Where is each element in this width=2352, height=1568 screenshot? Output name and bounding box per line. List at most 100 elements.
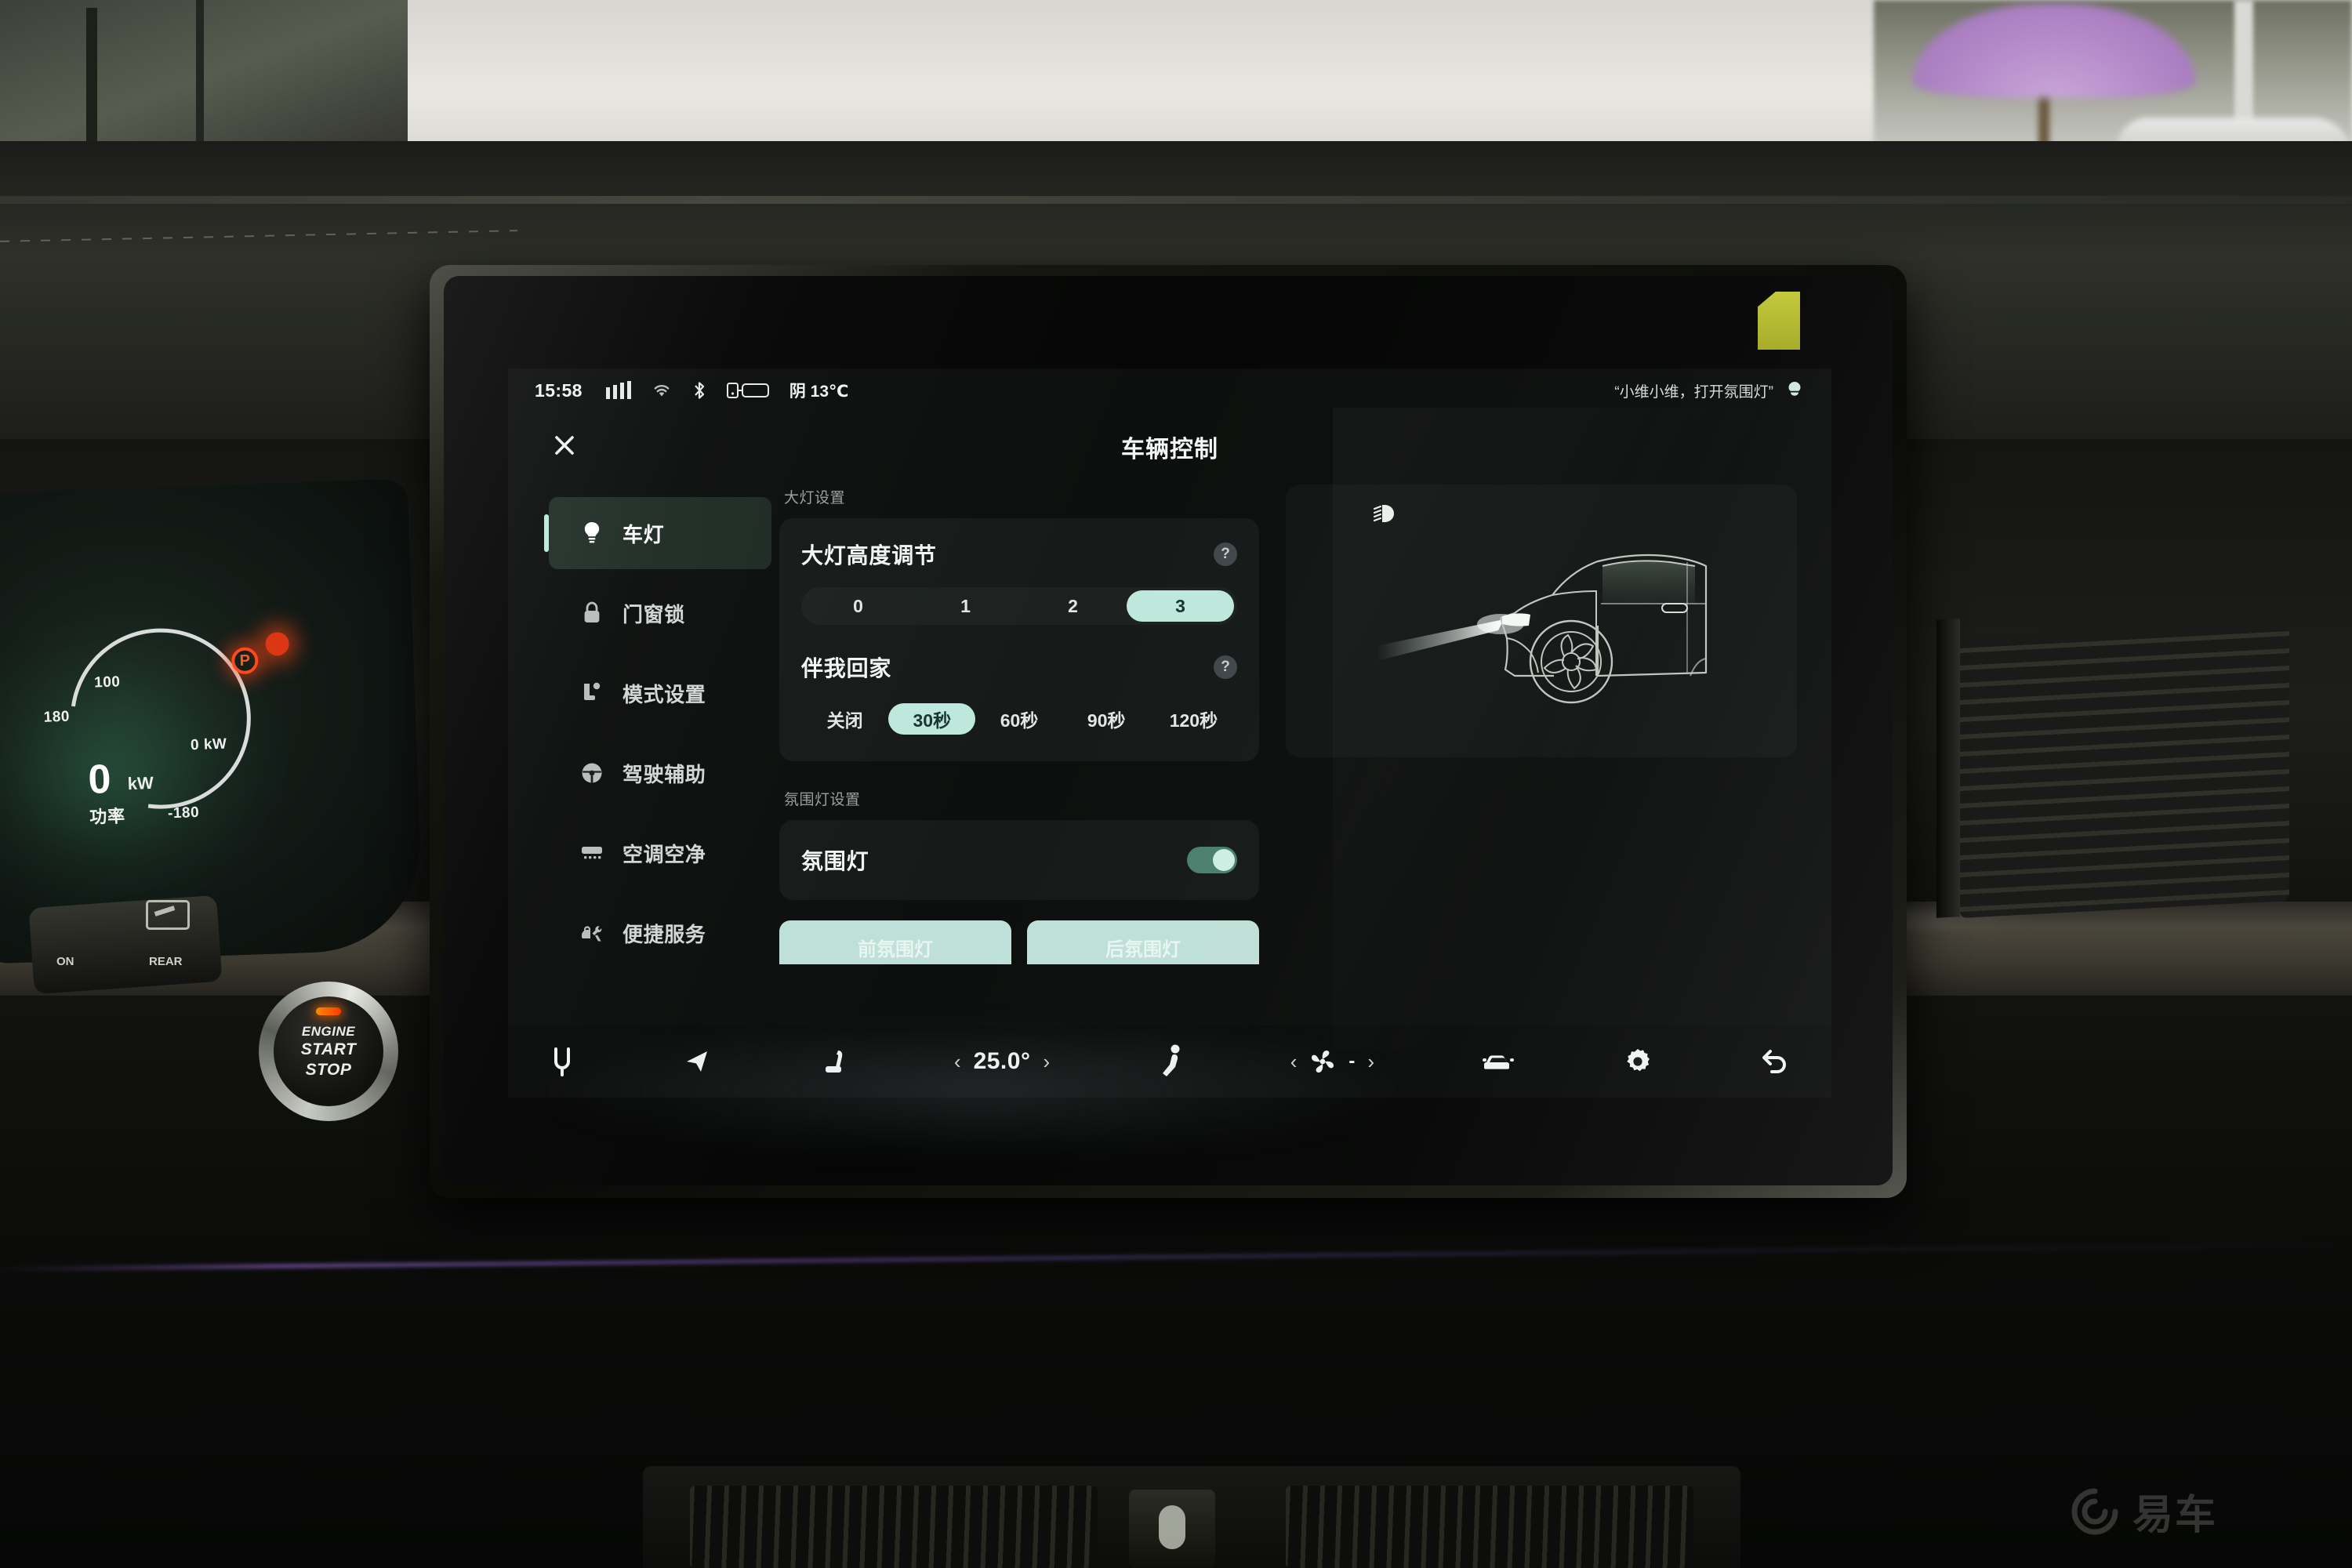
parking-brake-icon[interactable]: [549, 1046, 575, 1077]
headlight-settings-card: 大灯高度调节 ? 0 1 2 3 伴我回家 ? 关闭 30秒 60秒 90秒 1…: [779, 518, 1259, 761]
headlight-height-option-1[interactable]: 1: [912, 590, 1019, 622]
infotainment-ui: 15:58 阴 13℃ “小维小维，打开氛围灯” 车辆控制 车灯 门窗锁 模式设…: [508, 368, 1831, 1098]
follow-me-home-option-30s[interactable]: 30秒: [888, 703, 976, 735]
temperature-stepper[interactable]: ‹ 25.0° ›: [954, 1048, 1050, 1075]
gauge-tick-100: 100: [93, 673, 121, 691]
fan-stepper[interactable]: ‹ - ›: [1290, 1048, 1374, 1075]
stalk-label-rear: REAR: [149, 955, 183, 968]
steering-column-stalk[interactable]: [28, 895, 223, 995]
start-stop-line2: START: [300, 1040, 357, 1058]
sidebar-item-label: 模式设置: [622, 682, 706, 706]
gauge-tick-180: 180: [43, 708, 71, 726]
sidebar-item-label: 车灯: [622, 522, 665, 546]
headlight-group-title: 大灯设置: [784, 490, 846, 506]
air-vent-center-left[interactable]: [690, 1486, 1098, 1568]
ambient-light-card: 氛围灯: [779, 820, 1259, 900]
back-arrow-icon[interactable]: [1759, 1047, 1791, 1076]
voice-assistant-hint: “小维小维，打开氛围灯”: [1614, 383, 1773, 401]
headlight-height-label: 大灯高度调节: [801, 543, 937, 568]
front-ambient-light-button[interactable]: 前氛围灯: [779, 920, 1011, 964]
illustration-column: [1286, 485, 1797, 1025]
help-icon[interactable]: ?: [1214, 655, 1237, 679]
fan-speed-value: -: [1348, 1051, 1356, 1072]
seat-heater-icon[interactable]: [819, 1046, 848, 1077]
screenshot-root: 180 100 0 kW -180 0 kW 功率 P ON REAR ENGI…: [0, 0, 2352, 1568]
signal-bars-icon: [605, 381, 631, 399]
settings-content: 大灯设置 大灯高度调节 ? 0 1 2 3 伴我回家 ? 关闭 30秒 60秒 …: [771, 485, 1831, 1025]
power-unit: kW: [127, 772, 154, 794]
ambient-light-toggle[interactable]: [1187, 847, 1237, 873]
follow-me-home-row: 伴我回家 ?: [801, 652, 1237, 683]
settings-gear-icon[interactable]: [1623, 1047, 1653, 1076]
vehicle-icon[interactable]: [1481, 1050, 1515, 1073]
seat-position-icon[interactable]: [1156, 1044, 1183, 1080]
lock-icon: [579, 600, 605, 626]
start-stop-face: ENGINE START STOP: [274, 996, 383, 1106]
bluetooth-icon: [692, 380, 706, 401]
watermark-text: 易车: [2132, 1493, 2218, 1538]
status-bar: 15:58 阴 13℃ “小维小维，打开氛围灯”: [508, 368, 1831, 412]
sidebar-item-mode-settings[interactable]: 模式设置: [549, 657, 771, 729]
start-stop-line3: STOP: [305, 1060, 352, 1079]
page-header: 车辆控制: [508, 412, 1831, 478]
car-side-profile-with-headlight-beam: [1373, 505, 1708, 704]
gauge-tick-neg180: -180: [167, 804, 200, 822]
headlight-height-row: 大灯高度调节 ?: [801, 539, 1237, 570]
sidebar-item-climate[interactable]: 空调空净: [549, 817, 771, 889]
sidebar-item-driving-assist[interactable]: 驾驶辅助: [549, 737, 771, 809]
status-bar-right: “小维小维，打开氛围灯”: [1614, 379, 1805, 403]
stalk-label-on: ON: [56, 955, 74, 968]
temp-increase-icon[interactable]: ›: [1043, 1050, 1050, 1074]
temp-decrease-icon[interactable]: ‹: [954, 1050, 961, 1074]
sidebar-item-label: 驾驶辅助: [622, 762, 706, 786]
headlight-height-segmented-control[interactable]: 0 1 2 3: [801, 587, 1237, 625]
air-vent-knob[interactable]: [1129, 1490, 1215, 1568]
help-icon[interactable]: ?: [1214, 543, 1237, 566]
mode-settings-icon: [579, 680, 605, 706]
temperature-value: 25.0°: [973, 1048, 1031, 1074]
brake-warning-icon: [265, 631, 290, 656]
sidebar-item-convenience-service[interactable]: 便捷服务: [549, 897, 771, 969]
watermark: 易车: [2070, 1482, 2217, 1541]
wiper-control-icon: [146, 900, 190, 930]
follow-me-home-label: 伴我回家: [801, 656, 892, 681]
wifi-icon: [652, 383, 672, 398]
steering-wheel-icon: [579, 760, 605, 786]
fan-decrease-icon[interactable]: ‹: [1290, 1050, 1298, 1074]
ambient-group-title: 氛围灯设置: [784, 792, 861, 808]
fan-increase-icon[interactable]: ›: [1367, 1050, 1374, 1074]
dashboard-trim: [0, 196, 2352, 204]
air-vent-right-edge: [1936, 619, 1960, 918]
navigation-icon[interactable]: [682, 1047, 712, 1076]
status-time: 15:58: [535, 379, 583, 401]
follow-me-home-option-90s[interactable]: 90秒: [1063, 703, 1150, 735]
headlight-height-option-2[interactable]: 2: [1019, 590, 1127, 622]
voice-assistant-icon[interactable]: [1784, 379, 1805, 403]
headlight-illustration-panel: [1286, 485, 1797, 757]
headlight-height-option-0[interactable]: 0: [804, 590, 912, 622]
sidebar-item-label: 空调空净: [622, 842, 706, 866]
gauge-tick-0kw: 0 kW: [190, 735, 227, 754]
lightbulb-icon: [579, 520, 605, 546]
power-label: 功率: [89, 806, 126, 827]
rear-ambient-light-button[interactable]: 后氛围灯: [1027, 920, 1259, 964]
start-stop-indicator-led: [316, 1007, 341, 1015]
page-title: 车辆控制: [1121, 437, 1218, 463]
instrument-cluster: 180 100 0 kW -180 0 kW 功率 P: [0, 478, 424, 964]
air-conditioner-icon: [579, 840, 605, 866]
phone-link-icon: [726, 381, 769, 400]
follow-me-home-option-off[interactable]: 关闭: [801, 703, 888, 735]
sidebar-item-door-window-lock[interactable]: 门窗锁: [549, 577, 771, 649]
weather-status: 阴 13℃: [789, 383, 849, 401]
engine-start-stop-button[interactable]: ENGINE START STOP: [259, 982, 398, 1121]
bottom-toolbar: ‹ 25.0° › ‹ - ›: [508, 1025, 1831, 1098]
air-vent-center-right[interactable]: [1286, 1486, 1693, 1568]
follow-me-home-option-60s[interactable]: 60秒: [975, 703, 1062, 735]
follow-me-home-segmented-control[interactable]: 关闭 30秒 60秒 90秒 120秒: [801, 700, 1237, 738]
sidebar-item-label: 便捷服务: [622, 922, 706, 946]
air-vent-right[interactable]: [1960, 618, 2289, 919]
follow-me-home-option-120s[interactable]: 120秒: [1150, 703, 1237, 735]
yiche-logo-icon: [2071, 1488, 2118, 1534]
headlight-height-option-3[interactable]: 3: [1127, 590, 1234, 622]
sidebar-item-lights[interactable]: 车灯: [544, 497, 771, 569]
